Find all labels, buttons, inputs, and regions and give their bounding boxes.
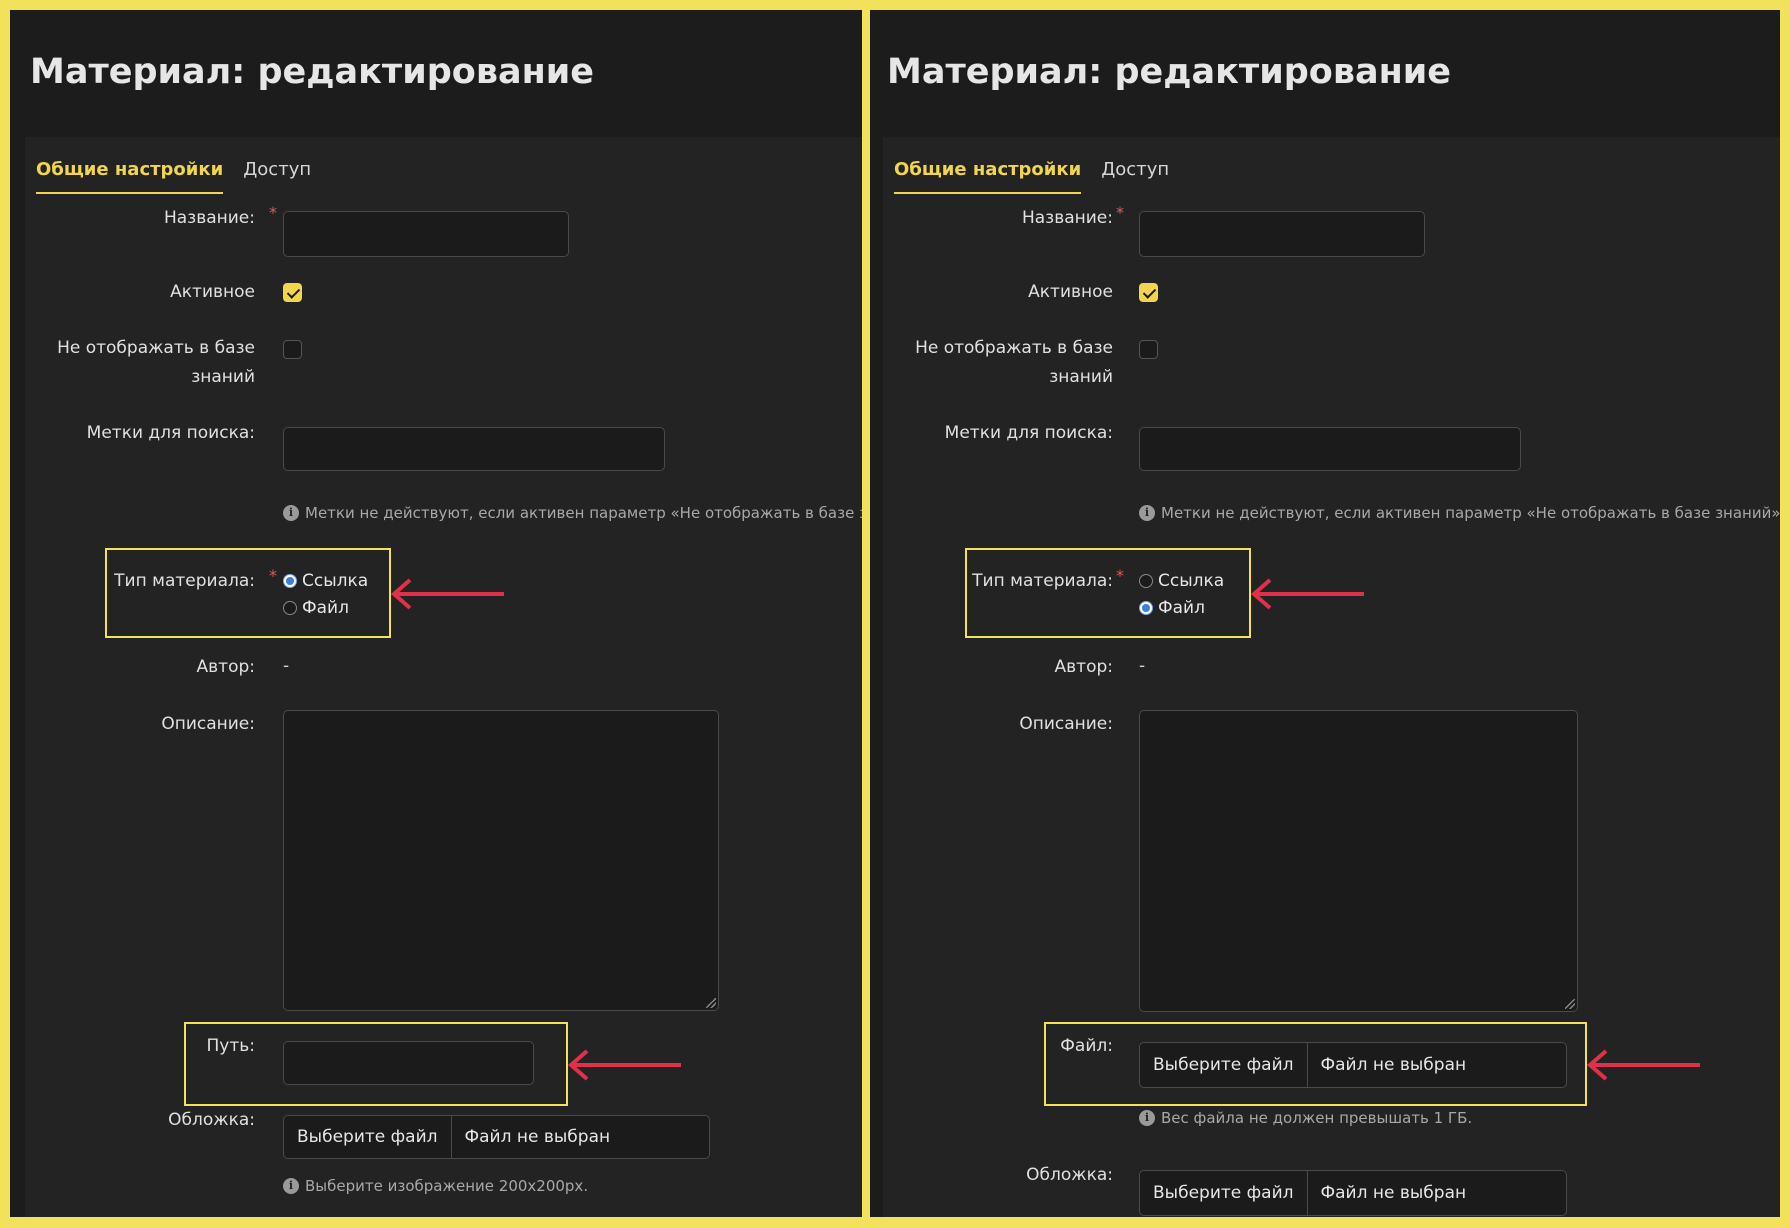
page-title: Материал: редактирование (887, 52, 1452, 92)
info-icon: i (283, 1178, 299, 1194)
tags-hint: i Метки не действуют, если активен парам… (283, 504, 862, 522)
tags-hint: i Метки не действуют, если активен парам… (1139, 504, 1780, 522)
name-label: Название: (163, 208, 255, 228)
active-label: Активное (1028, 282, 1113, 302)
info-icon: i (283, 505, 299, 521)
cover-file-status: Файл не выбран (464, 1127, 611, 1147)
arrow-icon (1586, 1049, 1700, 1081)
description-textarea[interactable] (1139, 710, 1578, 1012)
tags-label: Метки для поиска: (944, 423, 1113, 443)
highlight-box-material-type (105, 548, 391, 638)
info-icon: i (1139, 1110, 1155, 1126)
author-value: - (1139, 656, 1146, 676)
hide-label-line2: знаний (1049, 367, 1113, 387)
description-textarea[interactable] (283, 710, 719, 1011)
arrow-icon (390, 578, 504, 610)
description-label: Описание: (161, 714, 255, 734)
tags-input[interactable] (283, 427, 665, 471)
file-hint-text: Вес файла не должен превышать 1 ГБ. (1161, 1109, 1473, 1127)
name-input[interactable] (1139, 211, 1425, 257)
highlight-box-path (184, 1022, 568, 1106)
tab-bar: Общие настройки Доступ (36, 159, 311, 194)
cover-file-picker[interactable]: Выберите файл Файл не выбран (1139, 1170, 1567, 1216)
hide-label-line2: знаний (191, 367, 255, 387)
cover-hint: i Выберите изображение 200x200px. (283, 1177, 588, 1195)
author-label: Автор: (196, 657, 255, 677)
info-icon: i (1139, 505, 1155, 521)
cover-label: Обложка: (168, 1110, 255, 1130)
tab-bar: Общие настройки Доступ (894, 159, 1169, 194)
arrow-icon (1250, 578, 1364, 610)
tab-access[interactable]: Доступ (243, 159, 311, 194)
highlight-box-file (1044, 1022, 1587, 1106)
name-label: Название: (1021, 208, 1113, 228)
hide-label-line1: Не отображать в базе (57, 338, 255, 358)
required-asterisk: * (269, 203, 277, 222)
cover-file-picker[interactable]: Выберите файл Файл не выбран (283, 1115, 710, 1159)
description-label: Описание: (1019, 714, 1113, 734)
active-label: Активное (170, 282, 255, 302)
required-asterisk: * (1116, 203, 1124, 222)
tags-hint-text: Метки не действуют, если активен парамет… (305, 504, 862, 522)
active-checkbox[interactable] (283, 283, 302, 302)
cover-choose-button[interactable]: Выберите файл (284, 1116, 452, 1158)
hide-label-line1: Не отображать в базе (915, 338, 1113, 358)
tags-input[interactable] (1139, 427, 1521, 471)
tab-general-settings[interactable]: Общие настройки (36, 159, 224, 194)
cover-hint-text: Выберите изображение 200x200px. (305, 1177, 589, 1195)
cover-choose-button[interactable]: Выберите файл (1140, 1171, 1308, 1215)
page-title: Материал: редактирование (30, 52, 595, 92)
arrow-icon (567, 1049, 681, 1081)
tags-label: Метки для поиска: (86, 423, 255, 443)
tags-hint-text: Метки не действуют, если активен парамет… (1161, 504, 1780, 522)
name-input[interactable] (283, 211, 569, 257)
hide-in-kb-checkbox[interactable] (283, 340, 302, 359)
active-checkbox[interactable] (1139, 283, 1158, 302)
cover-label: Обложка: (1026, 1165, 1113, 1185)
cover-file-status: Файл не выбран (1320, 1183, 1467, 1203)
file-hint: i Вес файла не должен превышать 1 ГБ. (1139, 1109, 1472, 1127)
resize-handle[interactable] (1565, 999, 1575, 1009)
highlight-box-material-type (965, 548, 1251, 638)
author-value: - (283, 656, 290, 676)
resize-handle[interactable] (706, 998, 716, 1008)
author-label: Автор: (1054, 657, 1113, 677)
hide-in-kb-checkbox[interactable] (1139, 340, 1158, 359)
tab-general-settings[interactable]: Общие настройки (894, 159, 1082, 194)
tab-access[interactable]: Доступ (1101, 159, 1169, 194)
